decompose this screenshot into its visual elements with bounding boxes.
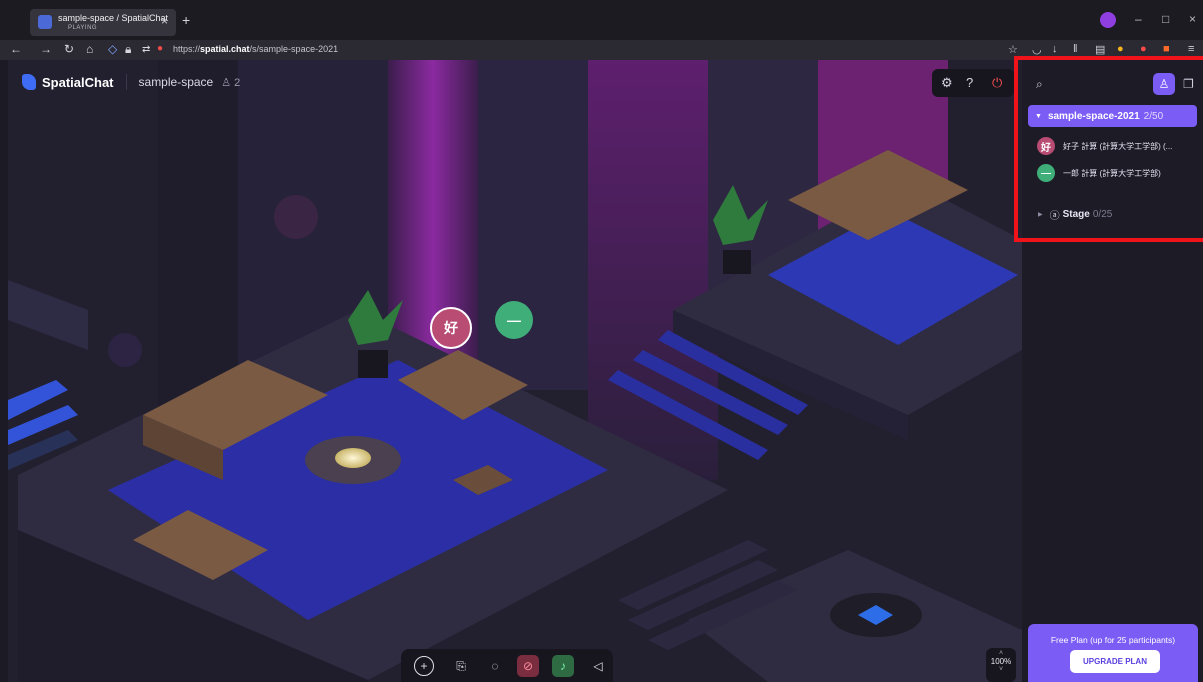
bottom-toolbar: + ⎘ ◌ ⊘ ♪ ◁ [401, 649, 613, 682]
favicon-icon [38, 15, 52, 29]
plan-text: Free Plan (up for 25 participants) [1050, 635, 1176, 645]
url-bar[interactable]: https://spatial.chat/s/sample-space-2021 [173, 44, 338, 54]
scene-illustration [8, 60, 1022, 682]
add-icon[interactable]: + [414, 656, 434, 676]
library-icon[interactable]: ‖ [1073, 43, 1078, 55]
zoom-level: 100% [990, 657, 1012, 666]
extension-icon[interactable]: ● [1117, 43, 1124, 55]
permissions-icon[interactable]: ⇄ [142, 44, 150, 55]
member-count: ♙ 2 [221, 76, 241, 89]
browser-tab-bar: sample-space / SpatialChat PLAYING × + –… [0, 0, 1203, 40]
chat-icon[interactable]: ◌ [484, 655, 506, 677]
home-icon[interactable]: ⌂ [86, 42, 93, 56]
zoom-up-icon[interactable]: ˄ [986, 650, 1016, 657]
screen-share-icon[interactable]: ⎘ [450, 655, 472, 677]
addon-badge-icon[interactable]: ■ [1163, 43, 1170, 55]
browser-tab[interactable]: sample-space / SpatialChat PLAYING × [30, 9, 176, 36]
lock-icon[interactable]: 🔒︎ [125, 42, 131, 57]
zoom-control[interactable]: ˄ 100% ˅ [986, 648, 1016, 682]
zoom-down-icon[interactable]: ˅ [986, 666, 1016, 673]
bookmark-star-icon[interactable]: ☆ [1008, 43, 1018, 56]
mic-indicator-icon[interactable]: ● [157, 43, 163, 54]
map-avatar-user-1[interactable]: 好 [430, 307, 472, 349]
user-icon: ♙ [221, 76, 232, 89]
top-controls: ⚙ ? ⏻ [932, 69, 1014, 97]
spatial-canvas[interactable]: 好 — [8, 60, 1022, 682]
ublock-icon[interactable]: ● [1140, 43, 1147, 55]
space-name[interactable]: sample-space [139, 75, 214, 89]
upgrade-plan-button[interactable]: UPGRADE PLAN [1070, 650, 1160, 673]
tab-playing-label: PLAYING [68, 25, 98, 31]
divider [125, 74, 127, 90]
help-icon[interactable]: ? [966, 75, 973, 90]
download-icon[interactable]: ↓ [1052, 43, 1058, 55]
highlight-box [1014, 56, 1203, 242]
sidebar-icon[interactable]: ▤ [1095, 43, 1105, 56]
settings-icon[interactable]: ⚙ [941, 75, 953, 91]
power-icon[interactable]: ⏻ [992, 75, 1002, 91]
minimize-icon[interactable]: – [1135, 12, 1142, 26]
map-avatar-user-2[interactable]: — [495, 301, 533, 339]
pocket-icon[interactable]: ◡ [1032, 43, 1042, 56]
microphone-icon[interactable]: ♪ [552, 655, 574, 677]
megaphone-icon[interactable]: ◁ [587, 655, 609, 677]
app-header: SpatialChat sample-space ♙ 2 [22, 74, 240, 90]
back-icon[interactable]: ← [10, 42, 22, 56]
new-tab-icon[interactable]: + [182, 12, 190, 28]
tab-title: sample-space / SpatialChat [58, 13, 169, 23]
forward-icon[interactable]: → [40, 42, 52, 56]
menu-icon[interactable]: ≡ [1188, 43, 1194, 55]
reload-icon[interactable]: ↻ [64, 42, 74, 56]
maximize-icon[interactable]: □ [1162, 12, 1169, 26]
close-window-icon[interactable]: × [1189, 12, 1196, 26]
plan-box: Free Plan (up for 25 participants) UPGRA… [1028, 624, 1198, 682]
private-mask-icon[interactable] [1100, 12, 1116, 28]
shield-icon[interactable]: ◇ [108, 42, 117, 56]
camera-off-icon[interactable]: ⊘ [517, 655, 539, 677]
tab-close-icon[interactable]: × [161, 14, 168, 28]
brand-name: SpatialChat [42, 74, 114, 90]
spatialchat-logo-icon [22, 74, 36, 90]
